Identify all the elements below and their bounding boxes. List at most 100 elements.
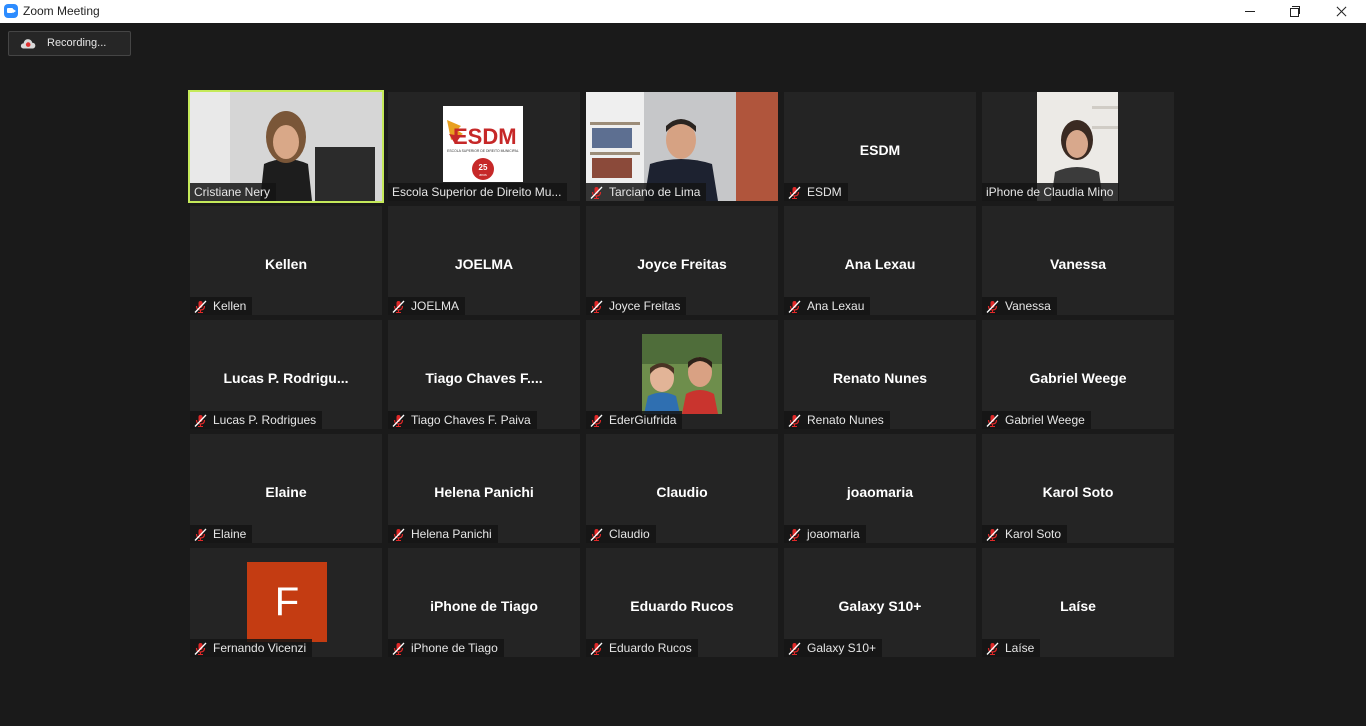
participant-name: EderGiufrida	[609, 413, 677, 427]
participant-tile[interactable]: ESDM ESDM	[784, 92, 976, 201]
recording-indicator[interactable]: Recording...	[8, 31, 131, 56]
participant-name: Vanessa	[1005, 299, 1051, 313]
participant-display-name: Ana Lexau	[844, 256, 916, 272]
participant-tile[interactable]: Kellen Kellen	[190, 206, 382, 315]
participant-name-tag: JOELMA	[388, 297, 466, 315]
participant-name: Karol Soto	[1005, 527, 1062, 541]
participant-display-name: Helena Panichi	[434, 484, 534, 500]
window-title: Zoom Meeting	[23, 4, 100, 18]
participant-tile[interactable]: Renato Nunes Renato Nunes	[784, 320, 976, 429]
cloud-recording-icon	[20, 39, 36, 49]
participant-tile[interactable]: Tiago Chaves F.... Tiago Chaves F. Paiva	[388, 320, 580, 429]
participant-name: Helena Panichi	[411, 527, 492, 541]
mic-muted-icon	[788, 641, 801, 655]
recording-label: Recording...	[47, 37, 107, 49]
participant-name-tag: Elaine	[190, 525, 253, 543]
mic-muted-icon	[788, 299, 801, 313]
mic-muted-icon	[392, 413, 405, 427]
participant-tile[interactable]: Elaine Elaine	[190, 434, 382, 543]
participant-name: Escola Superior de Direito Mu...	[392, 185, 562, 199]
participant-name-tag: Joyce Freitas	[586, 297, 687, 315]
participant-name-tag: Gabriel Weege	[982, 411, 1091, 429]
participant-tile[interactable]: EderGiufrida	[586, 320, 778, 429]
participant-display-name: Elaine	[265, 484, 307, 500]
participant-name: Joyce Freitas	[609, 299, 681, 313]
participant-tile[interactable]: JOELMA JOELMA	[388, 206, 580, 315]
participant-tile[interactable]: Lucas P. Rodrigu... Lucas P. Rodrigues	[190, 320, 382, 429]
participant-name: Elaine	[213, 527, 247, 541]
mic-muted-icon	[590, 641, 603, 655]
participant-name-tag: Laíse	[982, 639, 1041, 657]
participant-tile[interactable]: ESDM ESCOLA SUPERIOR DE DIREITO MUNICIPAL…	[388, 92, 580, 201]
participant-name-tag: Helena Panichi	[388, 525, 498, 543]
participant-name: Gabriel Weege	[1005, 413, 1085, 427]
participant-name-tag: EderGiufrida	[586, 411, 683, 429]
participant-name-tag: Galaxy S10+	[784, 639, 883, 657]
participant-name-tag: Eduardo Rucos	[586, 639, 698, 657]
participant-name-tag: joaomaria	[784, 525, 866, 543]
participant-name-tag: Karol Soto	[982, 525, 1068, 543]
participant-name: joaomaria	[807, 527, 860, 541]
mic-muted-icon	[986, 299, 999, 313]
mic-muted-icon	[986, 413, 999, 427]
participant-name: Renato Nunes	[807, 413, 884, 427]
mic-muted-icon	[590, 299, 603, 313]
participant-name-tag: ESDM	[784, 183, 848, 201]
participant-tile[interactable]: Helena Panichi Helena Panichi	[388, 434, 580, 543]
participant-tile[interactable]: joaomaria joaomaria	[784, 434, 976, 543]
participant-name: Ana Lexau	[807, 299, 865, 313]
participant-display-name: iPhone de Tiago	[430, 598, 538, 614]
participant-tile[interactable]: Cristiane Nery	[188, 90, 384, 203]
mic-muted-icon	[194, 527, 207, 541]
svg-text:ESCOLA SUPERIOR DE DIREITO MUN: ESCOLA SUPERIOR DE DIREITO MUNICIPAL	[447, 149, 519, 153]
participant-name-tag: Claudio	[586, 525, 656, 543]
participant-tile[interactable]: Gabriel Weege Gabriel Weege	[982, 320, 1174, 429]
close-button[interactable]	[1318, 0, 1364, 23]
avatar: F	[247, 562, 327, 642]
participant-tile[interactable]: Galaxy S10+ Galaxy S10+	[784, 548, 976, 657]
participant-display-name: Tiago Chaves F....	[425, 370, 543, 386]
mic-muted-icon	[590, 527, 603, 541]
participant-tile[interactable]: iPhone de Tiago iPhone de Tiago	[388, 548, 580, 657]
mic-muted-icon	[986, 641, 999, 655]
participant-name-tag: Ana Lexau	[784, 297, 871, 315]
mic-muted-icon	[788, 413, 801, 427]
participant-tile[interactable]: Ana Lexau Ana Lexau	[784, 206, 976, 315]
participant-display-name: Joyce Freitas	[637, 256, 727, 272]
participant-name: Tarciano de Lima	[609, 185, 701, 199]
participant-name-tag: Vanessa	[982, 297, 1057, 315]
participant-tile[interactable]: F Fernando Vicenzi	[190, 548, 382, 657]
mic-muted-icon	[788, 185, 801, 199]
participant-name: iPhone de Claudia Mino	[986, 185, 1114, 199]
participant-tile[interactable]: Vanessa Vanessa	[982, 206, 1174, 315]
participant-tile[interactable]: iPhone de Claudia Mino	[982, 92, 1174, 201]
participant-tile[interactable]: Tarciano de Lima	[586, 92, 778, 201]
participant-name: Kellen	[213, 299, 247, 313]
participant-display-name: Laíse	[1060, 598, 1096, 614]
mic-muted-icon	[392, 641, 405, 655]
participant-name: JOELMA	[411, 299, 460, 313]
mic-muted-icon	[392, 299, 405, 313]
participant-tile[interactable]: Claudio Claudio	[586, 434, 778, 543]
participant-tile[interactable]: Laíse Laíse	[982, 548, 1174, 657]
mic-muted-icon	[194, 641, 207, 655]
participant-display-name: Gabriel Weege	[1029, 370, 1127, 386]
participant-display-name: joaomaria	[846, 484, 914, 500]
participant-display-name: Kellen	[264, 256, 307, 272]
restore-button[interactable]	[1272, 0, 1318, 23]
minimize-button[interactable]	[1227, 0, 1273, 23]
participant-name: ESDM	[807, 185, 842, 199]
participant-name: Fernando Vicenzi	[213, 641, 307, 655]
participant-name: Eduardo Rucos	[609, 641, 692, 655]
participant-display-name: JOELMA	[454, 256, 514, 272]
mic-muted-icon	[392, 527, 405, 541]
participant-display-name: Renato Nunes	[832, 370, 928, 386]
participant-tile[interactable]: Joyce Freitas Joyce Freitas	[586, 206, 778, 315]
participant-display-name: Eduardo Rucos	[630, 598, 734, 614]
participant-tile[interactable]: Karol Soto Karol Soto	[982, 434, 1174, 543]
participant-name-tag: Tarciano de Lima	[586, 183, 707, 201]
mic-muted-icon	[788, 527, 801, 541]
participant-tile[interactable]: Eduardo Rucos Eduardo Rucos	[586, 548, 778, 657]
participant-name-tag: iPhone de Tiago	[388, 639, 504, 657]
participant-name: Galaxy S10+	[807, 641, 877, 655]
